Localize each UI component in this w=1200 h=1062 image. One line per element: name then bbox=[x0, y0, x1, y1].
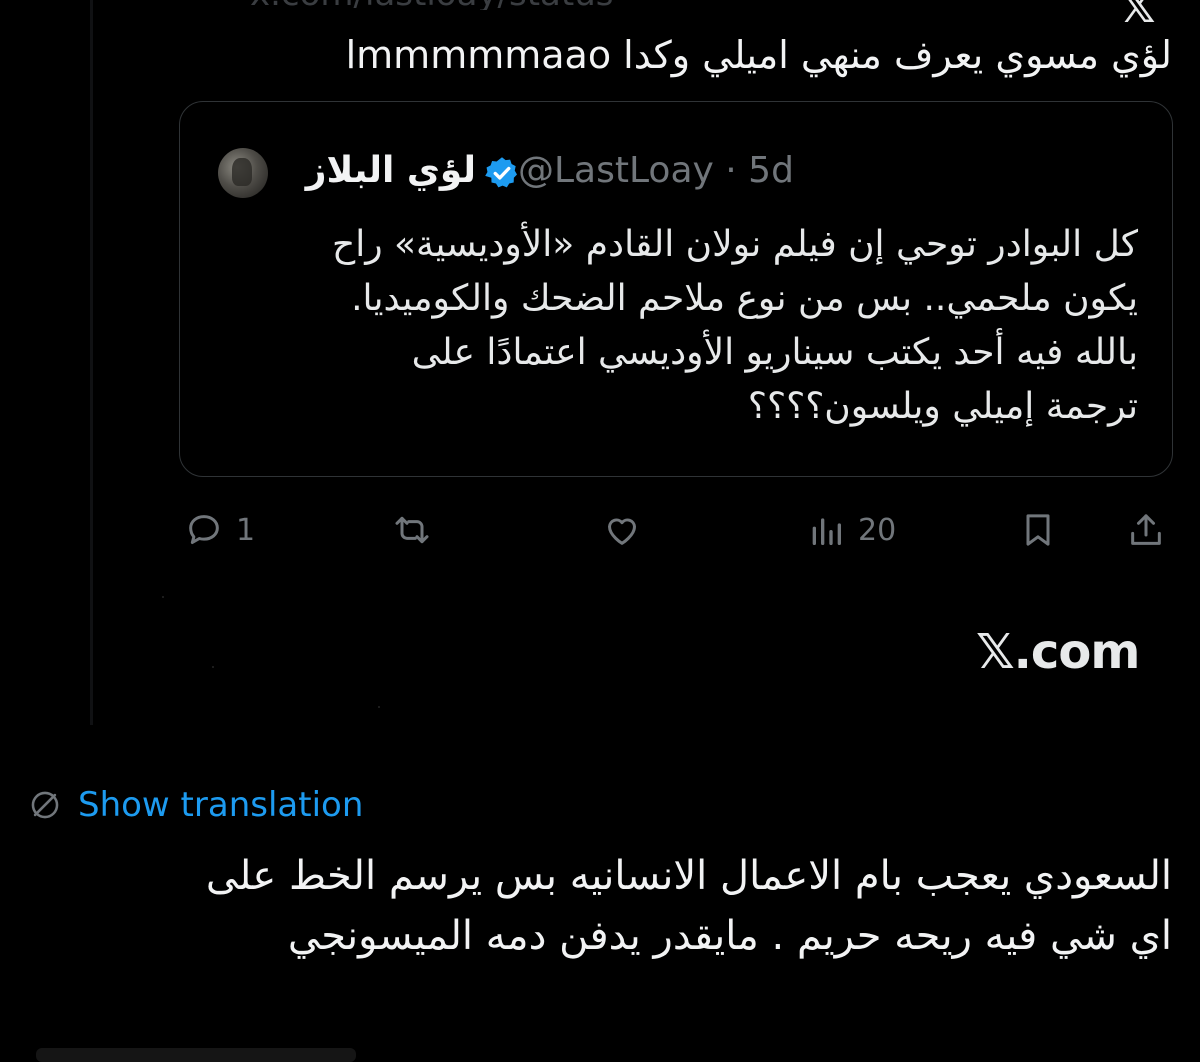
reply-button[interactable]: 1 bbox=[184, 505, 255, 555]
quoted-line: ترجمة إميلي ويلسون؟؟؟؟ bbox=[747, 386, 1138, 427]
dark-speck bbox=[212, 666, 214, 668]
quoted-tweet-card[interactable]: لؤي البلاز @LastLoay · 5d كل البوادر توح… bbox=[179, 101, 1173, 477]
reply-text: السعودي يعجب بام الاعمال الانسانيه بس ير… bbox=[52, 846, 1172, 966]
quoted-tweet-header: لؤي البلاز @LastLoay · 5d bbox=[180, 148, 1172, 198]
quoted-handle-time: @LastLoay · 5d bbox=[518, 146, 794, 196]
show-translation-link[interactable]: Show translation bbox=[28, 782, 363, 828]
show-translation-label[interactable]: Show translation bbox=[78, 785, 363, 825]
verified-badge-icon bbox=[485, 157, 517, 188]
repost-icon bbox=[395, 516, 429, 544]
like-button[interactable] bbox=[602, 505, 654, 555]
quoted-line: بالله فيه أحد يكتب سيناريو الأوديسي اعتم… bbox=[411, 332, 1138, 373]
views-chart-icon bbox=[812, 518, 841, 545]
repost-button[interactable] bbox=[392, 505, 444, 555]
quoted-tweet-body: كل البوادر توحي إن فيلم نولان القادم «ال… bbox=[198, 218, 1138, 434]
dark-speck bbox=[378, 706, 380, 708]
reply-line: اي شي فيه ريحه حريم . مايقدر يدفن دمه ال… bbox=[287, 913, 1172, 959]
avatar[interactable] bbox=[218, 148, 268, 198]
views-count: 20 bbox=[858, 512, 897, 548]
thread-connector-line bbox=[90, 0, 93, 725]
translate-globe-icon bbox=[31, 791, 59, 819]
action-bar: 1 20 bbox=[0, 505, 1200, 555]
quoted-time[interactable]: 5d bbox=[748, 150, 794, 191]
quoted-handle[interactable]: @LastLoay bbox=[518, 150, 714, 191]
bookmark-icon bbox=[1026, 514, 1050, 546]
partial-row-bottom bbox=[36, 1048, 356, 1062]
x-com-watermark: 𝕏.com bbox=[976, 624, 1140, 680]
reply-icon bbox=[189, 515, 219, 544]
quoted-author-name[interactable]: لؤي البلاز bbox=[276, 146, 476, 196]
share-button[interactable] bbox=[1126, 505, 1166, 555]
reply-line: السعودي يعجب بام الاعمال الانسانيه بس ير… bbox=[205, 853, 1172, 899]
views-button[interactable]: 20 bbox=[806, 505, 896, 555]
post-text: لؤي مسوي يعرف منهي اميلي وكدا lmmmmmaao bbox=[345, 33, 1172, 77]
share-icon bbox=[1131, 514, 1161, 545]
bookmark-button[interactable] bbox=[1018, 505, 1058, 555]
separator-dot: · bbox=[725, 150, 737, 191]
reply-count: 1 bbox=[236, 512, 256, 548]
heart-icon bbox=[608, 518, 636, 545]
quoted-line: كل البوادر توحي إن فيلم نولان القادم «ال… bbox=[331, 224, 1138, 265]
quoted-line: يكون ملحمي.. بس من نوع ملاحم الضحك والكو… bbox=[351, 278, 1138, 319]
partial-link-text: x.com/lastloay/status bbox=[250, 0, 700, 10]
dark-speck bbox=[162, 596, 164, 598]
